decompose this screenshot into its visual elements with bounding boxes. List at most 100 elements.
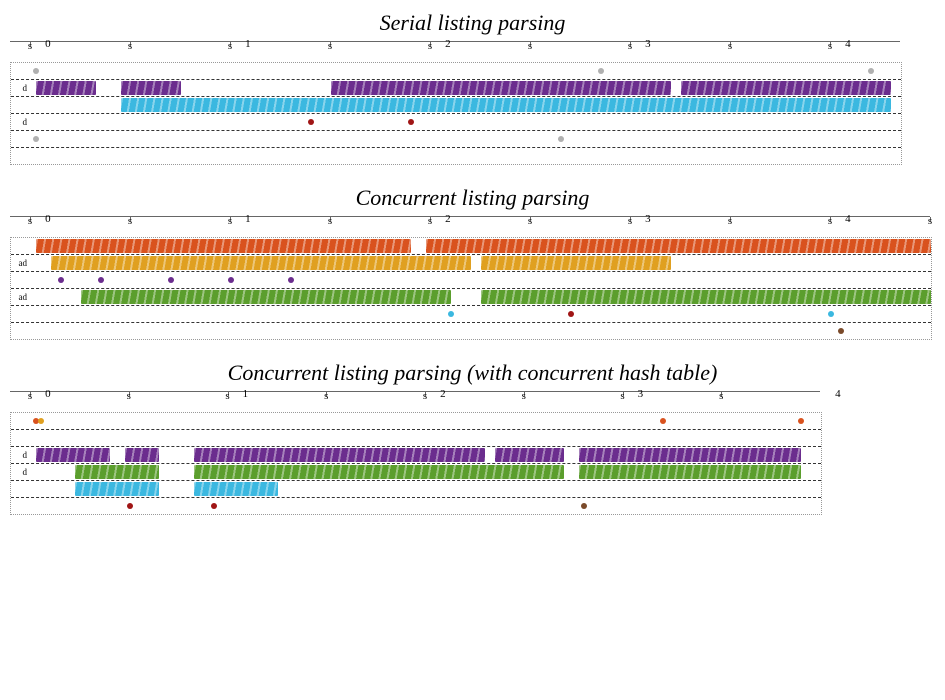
timeline-row [11,306,931,323]
axis-tick-label: 1 [245,38,251,50]
axis-unit: s [728,40,732,52]
axis-tick-label: 0 [45,388,51,400]
axis-unit: s [225,390,229,402]
event-dot [660,418,666,424]
event-dot [33,136,39,142]
axis-unit: s [928,215,932,227]
timeline-row [11,413,821,430]
timeline-bar [194,482,278,496]
axis-unit: s [620,390,624,402]
axis-tick-label: 2 [445,38,451,50]
axis-unit: s [128,40,132,52]
timeline-bar [194,465,564,479]
row-label: d [7,467,27,477]
event-dot [308,119,314,125]
chart-title: Serial listing parsing [10,10,935,36]
chart-title: Concurrent listing parsing [10,185,935,211]
axis-tick-label: 0 [45,38,51,50]
axis-unit: s [28,40,32,52]
plot-area: dd [10,412,822,515]
timeline-row [11,131,901,148]
timeline-bar [481,256,671,270]
axis-unit: s [628,40,632,52]
timeline-bar [121,81,181,95]
axis-unit: s [728,215,732,227]
axis-unit: s [228,40,232,52]
timeline-bar [36,81,96,95]
axis-tick-label: 4 [845,38,851,50]
timeline-row [11,430,821,447]
timeline-bar [51,256,471,270]
time-axis: 0 s1 s2 s3 s4 s5 s6 s7 s [10,391,820,410]
plot-area: dd [10,62,902,165]
timeline-row: ad [11,255,931,272]
timeline-bar [36,448,110,462]
timeline-row [11,97,901,114]
event-dot [38,418,44,424]
axis-unit: s [28,215,32,227]
timeline-row: d [11,447,821,464]
event-dot [211,503,217,509]
timeline-row [11,323,931,339]
axis-unit: s [828,215,832,227]
event-dot [558,136,564,142]
event-dot [448,311,454,317]
row-label: d [7,83,27,93]
axis-unit: s [328,215,332,227]
row-label: ad [7,258,27,268]
timeline-bar [125,448,160,462]
timeline-row [11,148,901,164]
axis-unit: s [719,390,723,402]
axis-tick-label: 1 [245,213,251,225]
chart-1: Concurrent listing parsing0 s1 s2 s3 s4 … [10,185,935,340]
timeline-bar [331,81,671,95]
axis-unit: s [128,215,132,227]
event-dot [58,277,64,283]
axis-unit: s [522,390,526,402]
row-label: d [7,117,27,127]
axis-tick-label: 2 [445,213,451,225]
timeline-bar [75,482,159,496]
chart-0: Serial listing parsing0 s1 s2 s3 s4 s5 s… [10,10,935,165]
row-label: d [7,450,27,460]
axis-tick-label: 4 [835,388,841,400]
timeline-row: d [11,80,901,97]
chart-title: Concurrent listing parsing (with concurr… [10,360,935,386]
timeline-bar [426,239,931,253]
axis-tick-label: 3 [638,388,644,400]
timeline-row: d [11,464,821,481]
axis-unit: s [828,40,832,52]
timeline-bar [121,98,891,112]
timeline-bar [194,448,485,462]
plot-area: adad [10,237,932,340]
event-dot [288,277,294,283]
axis-unit: s [324,390,328,402]
axis-unit: s [228,215,232,227]
event-dot [228,277,234,283]
axis-tick-label: 3 [645,213,651,225]
timeline-row: d [11,114,901,131]
event-dot [568,311,574,317]
axis-unit: s [328,40,332,52]
timeline-row [11,498,821,514]
axis-unit: s [528,215,532,227]
event-dot [598,68,604,74]
axis-tick-label: 1 [243,388,249,400]
event-dot [838,328,844,334]
time-axis: 0 s1 s2 s3 s4 s5 s6 s7 s8 s [10,41,900,60]
event-dot [127,503,133,509]
axis-tick-label: 3 [645,38,651,50]
axis-tick-label: 2 [440,388,446,400]
event-dot [581,503,587,509]
timeline-bar [579,448,801,462]
timeline-bar [481,290,931,304]
axis-unit: s [428,40,432,52]
axis-tick-label: 4 [845,213,851,225]
timeline-row [11,481,821,498]
axis-tick-label: 0 [45,213,51,225]
timeline-row: ad [11,289,931,306]
time-axis: 0 s1 s2 s3 s4 s5 s6 s7 s8 s9 s [10,216,930,235]
timeline-row [11,63,901,80]
row-label: ad [7,292,27,302]
axis-unit: s [28,390,32,402]
